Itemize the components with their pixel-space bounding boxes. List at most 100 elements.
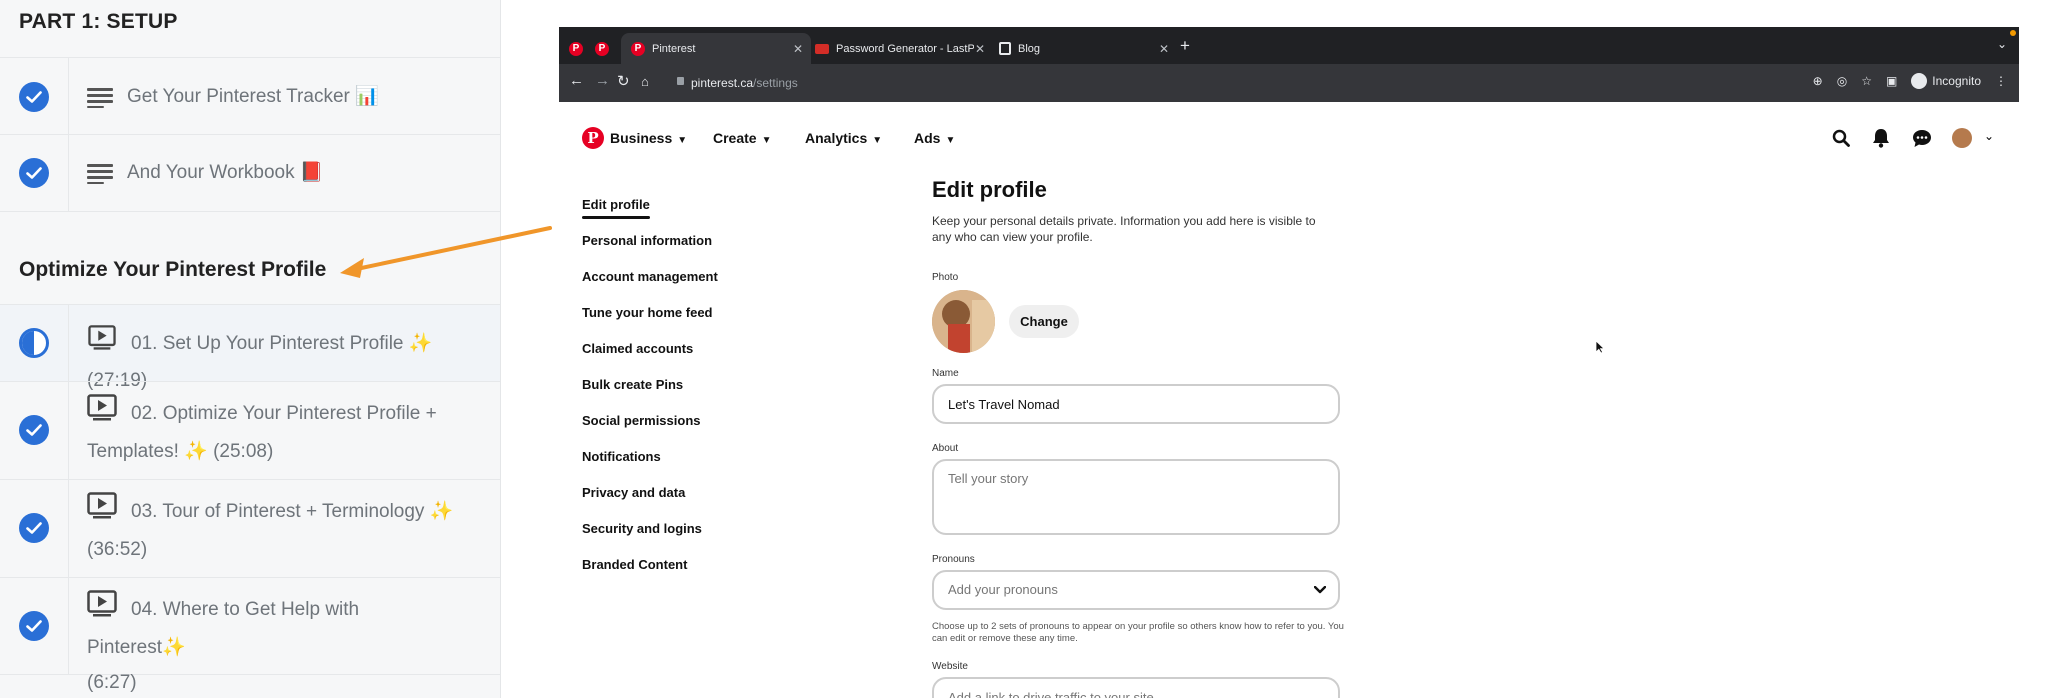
lesson-row-tracker[interactable]: Get Your Pinterest Tracker 📊 (0, 57, 500, 134)
lastpass-favicon-icon (815, 43, 829, 54)
lesson-label: 04. Where to Get Help with Pinterest✨ (87, 599, 360, 658)
incognito-label: Incognito (1932, 74, 1981, 88)
nav-label: Business (610, 130, 673, 146)
tab-label: Password Generator - LastPass (836, 42, 974, 55)
lesson-label: Get Your Pinterest Tracker (127, 86, 350, 107)
address-bar[interactable]: pinterest.ca/settings (691, 76, 798, 90)
text-lesson-icon (87, 163, 113, 184)
nav-label: Create (713, 130, 757, 146)
video-lesson-icon (87, 394, 117, 434)
pinned-tab-pinterest-2[interactable]: P (595, 33, 613, 64)
lesson-label: And Your Workbook (127, 162, 295, 183)
tab-label: Pinterest (652, 42, 696, 55)
completed-check-icon (19, 513, 49, 543)
incognito-badge[interactable]: Incognito (1911, 73, 1981, 89)
pronouns-label: Pronouns (932, 554, 975, 565)
active-indicator (582, 216, 650, 219)
back-arrow-icon[interactable]: ← (569, 72, 584, 89)
pinterest-favicon-icon: P (595, 41, 609, 56)
settings-nav-social-permissions[interactable]: Social permissions (582, 413, 701, 428)
notification-dot-icon (2010, 30, 2016, 36)
pinterest-logo-icon[interactable]: P (582, 127, 604, 149)
nav-analytics[interactable]: Analytics ▼ (805, 130, 882, 146)
about-textarea[interactable] (932, 459, 1340, 535)
nav-business[interactable]: Business ▼ (610, 130, 687, 146)
pinned-tab-pinterest[interactable]: P (569, 33, 587, 64)
close-tab-icon[interactable]: ✕ (975, 42, 985, 56)
bookmark-star-icon[interactable]: ☆ (1861, 74, 1872, 88)
video-lesson-icon (87, 492, 117, 532)
tab-lastpass[interactable]: Password Generator - LastPass ✕ (811, 33, 985, 64)
lesson-label-cont: Templates! ✨ (25:08) (87, 441, 274, 462)
lesson-row-workbook[interactable]: And Your Workbook 📕 (0, 134, 500, 211)
reload-icon[interactable]: ↻ (617, 72, 630, 90)
nav-create[interactable]: Create ▼ (713, 130, 772, 146)
section-title: Optimize Your Pinterest Profile (19, 258, 327, 281)
chevron-down-icon: ▼ (945, 135, 956, 146)
lesson-label-cont: (6:27) (87, 672, 137, 693)
messages-icon[interactable] (1912, 129, 1932, 148)
name-label: Name (932, 368, 959, 379)
new-tab-button[interactable]: + (1180, 36, 1190, 56)
lesson-row-03[interactable]: 03. Tour of Pinterest + Terminology ✨ (3… (0, 479, 500, 577)
photo-label: Photo (932, 272, 959, 283)
mouse-cursor-icon (1595, 340, 1605, 354)
lesson-title: 04. Where to Get Help with Pinterest✨ (6… (87, 590, 460, 700)
zoom-icon[interactable]: ⊕ (1813, 74, 1823, 88)
settings-nav-security-logins[interactable]: Security and logins (582, 521, 702, 536)
search-icon[interactable] (1832, 129, 1850, 147)
part-title: PART 1: SETUP (19, 10, 178, 33)
settings-nav-notifications[interactable]: Notifications (582, 449, 661, 464)
pinterest-header: P Business ▼ Create ▼ Analytics ▼ Ads ▼ ⌄ (559, 102, 2019, 174)
nav-ads[interactable]: Ads ▼ (914, 130, 955, 146)
tab-strip: P P P Pinterest ✕ Password Generator - L… (559, 27, 2019, 64)
close-tab-icon[interactable]: ✕ (1159, 42, 1169, 56)
pronouns-select[interactable]: Add your pronouns (932, 570, 1340, 610)
website-label: Website (932, 661, 968, 672)
chevron-down-icon: ▼ (872, 135, 883, 146)
chevron-down-icon: ▼ (761, 135, 772, 146)
menu-kebab-icon[interactable]: ⋮ (1995, 74, 2007, 88)
about-label: About (932, 443, 959, 454)
name-input[interactable] (932, 384, 1340, 424)
website-input[interactable] (932, 677, 1340, 698)
browser-toolbar: ← → ↻ ⌂ pinterest.ca/settings ⊕ ◎ ☆ ▣ In… (559, 64, 2019, 102)
settings-nav-privacy-data[interactable]: Privacy and data (582, 485, 685, 500)
annotation-arrow-icon (340, 226, 552, 278)
tab-search-chevron-icon[interactable]: ⌄ (1997, 37, 2007, 51)
eye-off-icon[interactable]: ◎ (1837, 74, 1847, 88)
completed-check-icon (19, 415, 49, 445)
lesson-row-04[interactable]: 04. Where to Get Help with Pinterest✨ (6… (0, 577, 500, 693)
settings-nav-claimed-accounts[interactable]: Claimed accounts (582, 341, 693, 356)
notifications-bell-icon[interactable] (1872, 128, 1890, 148)
nav-label: Analytics (805, 130, 868, 146)
pinterest-favicon-icon: P (631, 41, 645, 56)
sidebar-icon[interactable]: ▣ (1886, 74, 1897, 88)
settings-nav-personal-information[interactable]: Personal information (582, 233, 712, 248)
completed-check-icon (19, 158, 49, 188)
browser-window: P P P Pinterest ✕ Password Generator - L… (559, 27, 2019, 698)
lock-icon[interactable] (677, 77, 684, 85)
avatar[interactable] (1952, 128, 1972, 148)
close-tab-icon[interactable]: ✕ (793, 42, 803, 56)
row-divider (68, 305, 69, 381)
settings-nav-tune-home-feed[interactable]: Tune your home feed (582, 305, 713, 320)
lesson-row-02[interactable]: 02. Optimize Your Pinterest Profile + Te… (0, 381, 500, 479)
settings-nav-edit-profile[interactable]: Edit profile (582, 197, 650, 212)
settings-nav-account-management[interactable]: Account management (582, 269, 718, 284)
row-divider (68, 578, 69, 674)
settings-nav-branded-content[interactable]: Branded Content (582, 557, 687, 572)
tab-pinterest[interactable]: P Pinterest ✕ (621, 33, 811, 64)
change-photo-button[interactable]: Change (1009, 305, 1079, 338)
book-emoji-icon: 📕 (299, 161, 324, 183)
account-chevron-down-icon[interactable]: ⌄ (1984, 129, 1994, 143)
home-icon[interactable]: ⌂ (641, 74, 649, 89)
pronouns-help-text: Choose up to 2 sets of pronouns to appea… (932, 621, 1344, 644)
settings-nav-bulk-create-pins[interactable]: Bulk create Pins (582, 377, 683, 392)
lesson-row-01[interactable]: 01. Set Up Your Pinterest Profile ✨ (27:… (0, 304, 500, 391)
url-path: /settings (753, 76, 798, 90)
text-lesson-icon (87, 87, 113, 108)
forward-arrow-icon[interactable]: → (595, 72, 610, 89)
video-lesson-icon (87, 590, 117, 630)
tab-blog[interactable]: Blog ✕ (995, 33, 1177, 64)
